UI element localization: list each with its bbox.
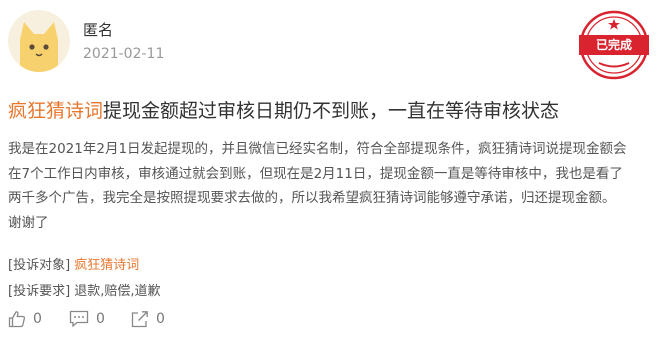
thumbs-up-icon	[8, 311, 26, 328]
like-count: 0	[33, 311, 42, 327]
comment-button[interactable]: 0	[69, 310, 105, 328]
target-company-link[interactable]: 疯狂猜诗词	[74, 258, 139, 273]
like-button[interactable]: 0	[8, 310, 42, 328]
cat-avatar-icon	[20, 22, 58, 72]
comment-count: 0	[96, 311, 105, 327]
company-link[interactable]: 疯狂猜诗词	[8, 100, 103, 122]
complaint-title: 疯狂猜诗词提现金额超过审核日期仍不到账，一直在等待审核状态	[8, 96, 559, 123]
avatar[interactable]	[8, 10, 70, 72]
share-count: 0	[156, 311, 165, 327]
complaint-demand: [投诉要求] 退款,赔偿,道歉	[8, 280, 161, 299]
status-stamp: 已完成	[575, 8, 653, 82]
demand-label: [投诉要求]	[8, 284, 71, 299]
target-label: [投诉对象]	[8, 258, 71, 273]
share-icon	[131, 311, 148, 328]
comment-icon	[69, 310, 89, 328]
share-button[interactable]: 0	[131, 310, 165, 328]
demand-value: 退款,赔偿,道歉	[74, 284, 161, 299]
title-text: 提现金额超过审核日期仍不到账，一直在等待审核状态	[103, 100, 560, 122]
post-date: 2021-02-11	[83, 46, 165, 62]
stamp-label: 已完成	[595, 38, 632, 52]
complaint-target: [投诉对象] 疯狂猜诗词	[8, 254, 139, 273]
username[interactable]: 匿名	[83, 19, 113, 40]
complaint-body: 我是在2021年2月1日发起提现的，并且微信已经实名制，符合全部提现条件，疯狂猜…	[8, 141, 627, 231]
